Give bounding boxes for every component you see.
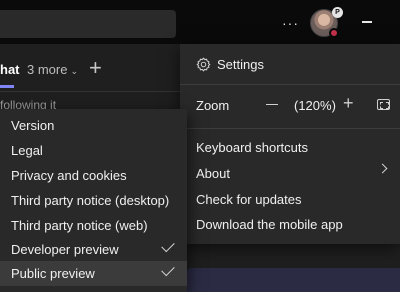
gear-icon: [196, 57, 211, 71]
zoom-level: (120%): [294, 98, 336, 113]
title-bar: ··· P: [0, 0, 400, 44]
add-tab-button[interactable]: +: [89, 55, 102, 81]
submenu-item-developer-preview[interactable]: Developer preview: [0, 237, 187, 262]
about-submenu: Version Legal Privacy and cookies Third …: [0, 109, 187, 292]
submenu-item-label: Public preview: [11, 266, 95, 281]
submenu-item-legal[interactable]: Legal: [0, 138, 187, 163]
presence-status-icon: [329, 28, 339, 38]
settings-label: Settings: [217, 56, 264, 72]
more-options-button[interactable]: ···: [282, 14, 302, 32]
submenu-item-version[interactable]: Version: [0, 113, 187, 138]
zoom-label: Zoom: [196, 98, 230, 113]
zoom-out-button[interactable]: [266, 104, 278, 105]
submenu-item-third-party-web[interactable]: Third party notice (web): [0, 213, 187, 238]
fit-to-screen-icon[interactable]: [377, 99, 390, 110]
tab-chat[interactable]: hat: [0, 62, 20, 77]
menu-item-download-mobile-app[interactable]: Download the mobile app: [196, 217, 343, 232]
search-box[interactable]: [0, 10, 176, 38]
submenu-item-label: Legal: [11, 143, 43, 158]
tab-more-button[interactable]: 3 more ⌄: [27, 62, 78, 77]
chevron-right-icon: [377, 163, 388, 174]
submenu-item-label: Privacy and cookies: [11, 168, 127, 183]
submenu-item-third-party-desktop[interactable]: Third party notice (desktop): [0, 188, 187, 213]
checkmark-icon: [161, 262, 175, 277]
divider: [180, 84, 400, 85]
avatar-badge: P: [332, 7, 343, 18]
submenu-item-label: Developer preview: [11, 242, 119, 257]
submenu-item-label: Third party notice (web): [11, 218, 148, 233]
tab-bar: hat 3 more ⌄ +: [0, 52, 180, 88]
divider: [0, 91, 180, 92]
zoom-row: Zoom (120%) +: [180, 91, 400, 119]
settings-menu: Settings Zoom (120%) + Keyboard shortcut…: [180, 44, 400, 244]
submenu-item-label: Third party notice (desktop): [11, 193, 170, 208]
minimize-icon[interactable]: [362, 21, 372, 23]
menu-item-check-for-updates[interactable]: Check for updates: [196, 192, 302, 207]
compose-box[interactable]: [187, 268, 400, 292]
zoom-in-button[interactable]: +: [343, 93, 354, 114]
active-tab-indicator: [0, 85, 14, 88]
tab-more-label: 3 more: [27, 62, 68, 77]
menu-item-keyboard-shortcuts[interactable]: Keyboard shortcuts: [196, 140, 308, 155]
submenu-item-label: Version: [11, 118, 55, 133]
menu-item-about[interactable]: About: [196, 166, 230, 181]
menu-item-settings[interactable]: Settings: [196, 55, 264, 73]
submenu-item-public-preview[interactable]: Public preview: [0, 261, 187, 286]
chevron-down-icon: ⌄: [70, 66, 79, 76]
submenu-item-privacy[interactable]: Privacy and cookies: [0, 163, 187, 188]
divider: [180, 128, 400, 129]
checkmark-icon: [161, 238, 175, 253]
